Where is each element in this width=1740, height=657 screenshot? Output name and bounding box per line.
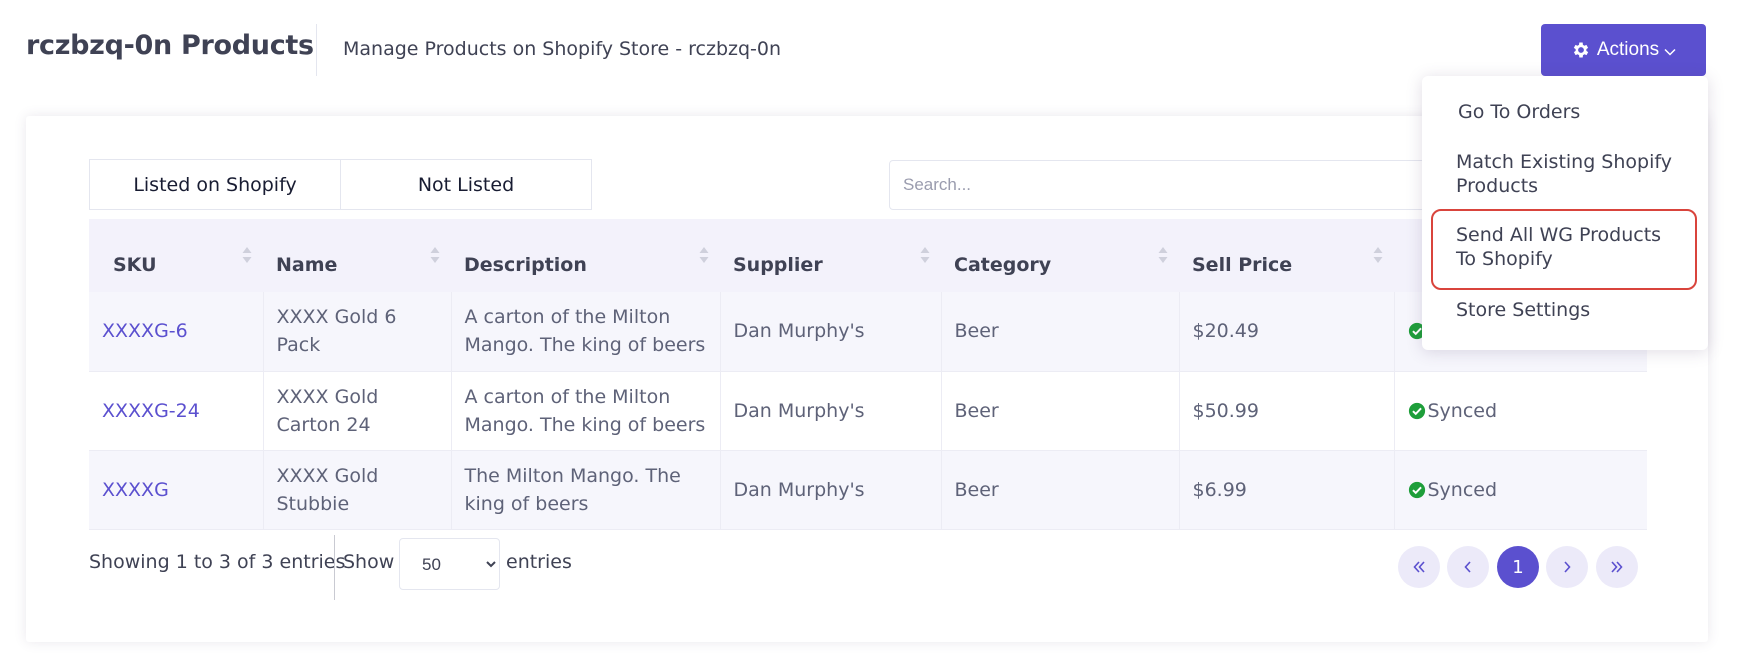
page-button-1[interactable]: 1 bbox=[1497, 546, 1539, 588]
product-price: $50.99 bbox=[1179, 371, 1395, 450]
gear-icon bbox=[1573, 42, 1589, 58]
check-circle-icon bbox=[1408, 402, 1425, 419]
show-label: Show bbox=[343, 551, 395, 573]
double-chevron-left-icon bbox=[1413, 561, 1425, 573]
product-description: A carton of the Milton Mango. The king o… bbox=[451, 371, 721, 450]
table-row: XXXXG-6 XXXX Gold 6 Pack A carton of the… bbox=[89, 292, 1647, 371]
page-size-select[interactable]: 50 bbox=[399, 538, 500, 590]
product-description: The Milton Mango. The king of beers bbox=[451, 450, 721, 529]
chevron-left-icon bbox=[1464, 561, 1471, 573]
sku-link[interactable]: XXXXG-24 bbox=[102, 400, 200, 422]
column-header-name[interactable]: Name bbox=[263, 219, 451, 292]
sync-status: Synced bbox=[1408, 476, 1636, 504]
search-input[interactable] bbox=[889, 160, 1449, 210]
table-header-row: SKU Name Description Supplier Category S… bbox=[89, 219, 1647, 292]
sort-icon bbox=[699, 247, 709, 263]
sync-status: Synced bbox=[1408, 397, 1636, 425]
sku-link[interactable]: XXXXG bbox=[102, 479, 169, 501]
products-table: SKU Name Description Supplier Category S… bbox=[89, 219, 1647, 530]
product-category: Beer bbox=[941, 371, 1180, 450]
menu-item-go-to-orders[interactable]: Go To Orders bbox=[1458, 100, 1688, 124]
header-divider bbox=[316, 24, 317, 76]
product-supplier: Dan Murphy's bbox=[720, 371, 942, 450]
product-supplier: Dan Murphy's bbox=[720, 450, 942, 529]
actions-label: Actions bbox=[1596, 39, 1660, 60]
column-header-description[interactable]: Description bbox=[451, 219, 720, 292]
sort-icon bbox=[1158, 247, 1168, 263]
tab-listed-on-shopify[interactable]: Listed on Shopify bbox=[90, 160, 340, 209]
entries-summary: Showing 1 to 3 of 3 entries bbox=[89, 551, 346, 573]
sort-icon bbox=[242, 247, 252, 263]
sku-link[interactable]: XXXXG-6 bbox=[102, 320, 188, 342]
product-supplier: Dan Murphy's bbox=[720, 292, 942, 371]
product-description: A carton of the Milton Mango. The king o… bbox=[451, 292, 721, 371]
sync-status-label: Synced bbox=[1427, 399, 1498, 422]
listing-filter-tabs: Listed on Shopify Not Listed bbox=[89, 159, 592, 210]
next-page-button[interactable] bbox=[1546, 546, 1588, 588]
previous-page-button[interactable] bbox=[1447, 546, 1489, 588]
sort-icon bbox=[920, 247, 930, 263]
page-title: rczbzq-0n Products bbox=[26, 30, 314, 61]
table-row: XXXXG XXXX Gold Stubbie The Milton Mango… bbox=[89, 450, 1647, 529]
entries-label: entries bbox=[506, 551, 572, 573]
check-circle-icon bbox=[1408, 481, 1425, 498]
first-page-button[interactable] bbox=[1398, 546, 1440, 588]
menu-item-match-existing-shopify-products[interactable]: Match Existing Shopify Products bbox=[1456, 150, 1686, 198]
last-page-button[interactable] bbox=[1596, 546, 1638, 588]
product-name: XXXX Gold Stubbie bbox=[263, 450, 452, 529]
actions-button[interactable]: Actions bbox=[1541, 24, 1706, 76]
product-category: Beer bbox=[941, 450, 1180, 529]
footer-divider bbox=[334, 535, 335, 600]
page-subtitle: Manage Products on Shopify Store - rczbz… bbox=[343, 38, 782, 60]
tab-not-listed[interactable]: Not Listed bbox=[340, 160, 591, 209]
column-header-sell-price[interactable]: Sell Price bbox=[1179, 219, 1394, 292]
highlight-box bbox=[1431, 209, 1697, 290]
menu-item-store-settings[interactable]: Store Settings bbox=[1456, 298, 1686, 322]
product-name: XXXX Gold Carton 24 bbox=[263, 371, 452, 450]
sync-status-label: Synced bbox=[1427, 478, 1498, 501]
column-header-sku[interactable]: SKU bbox=[89, 219, 263, 292]
chevron-down-icon bbox=[1664, 48, 1676, 56]
product-price: $6.99 bbox=[1179, 450, 1395, 529]
product-price: $20.49 bbox=[1179, 292, 1395, 371]
product-name: XXXX Gold 6 Pack bbox=[263, 292, 452, 371]
sort-icon bbox=[1373, 247, 1383, 263]
double-chevron-right-icon bbox=[1611, 561, 1623, 573]
table-row: XXXXG-24 XXXX Gold Carton 24 A carton of… bbox=[89, 371, 1647, 450]
sort-icon bbox=[430, 247, 440, 263]
chevron-right-icon bbox=[1564, 561, 1571, 573]
column-header-category[interactable]: Category bbox=[941, 219, 1179, 292]
column-header-supplier[interactable]: Supplier bbox=[720, 219, 941, 292]
product-category: Beer bbox=[941, 292, 1180, 371]
